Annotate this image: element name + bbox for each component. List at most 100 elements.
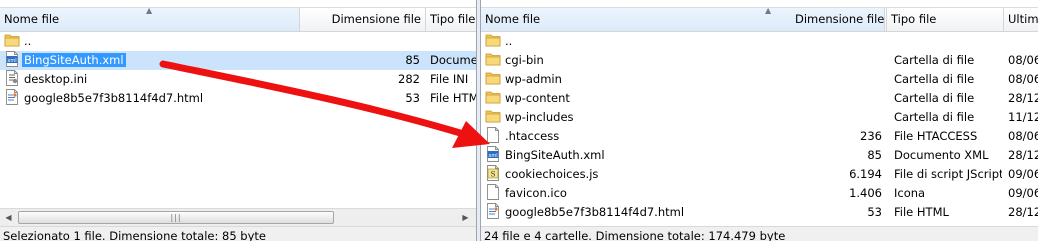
xml-file-icon: xml [4, 51, 20, 67]
local-column-header: ▲ Nome file Dimensione file Tipo file [0, 8, 476, 32]
local-horizontal-scrollbar[interactable]: ◀ ||| ▶ [0, 208, 476, 226]
xml-file-icon: xml [485, 146, 501, 162]
file-name-cell: xml BingSiteAuth.xml [0, 51, 304, 70]
file-row[interactable]: desktop.ini 282 File INI [0, 70, 476, 89]
file-row[interactable]: cgi-bin Cartella di file 08/06/ [481, 51, 1038, 70]
file-type [894, 32, 1002, 51]
svg-text:xml: xml [7, 58, 16, 64]
file-modified: 09/06/ [1008, 167, 1038, 181]
local-header-type[interactable]: Tipo file [426, 8, 476, 31]
local-header-name[interactable]: ▲ Nome file [0, 8, 300, 31]
file-size: 85 [405, 53, 420, 67]
file-name-cell: wp-content [481, 89, 795, 108]
file-name: .htaccess [505, 129, 560, 143]
file-name: cgi-bin [505, 53, 544, 67]
pane-top-edge [0, 0, 476, 8]
folder-icon [485, 32, 501, 48]
html-file-icon [4, 89, 20, 105]
file-size [300, 32, 420, 51]
folder-icon [485, 108, 501, 124]
file-name: google8b5e7f3b8114f4d7.html [24, 91, 204, 105]
file-modified: 11/12/ [1008, 110, 1038, 124]
file-type: Cartella di file [894, 91, 975, 105]
local-header-size[interactable]: Dimensione file [300, 8, 426, 31]
file-size [791, 51, 882, 70]
file-name-cell: google8b5e7f3b8114f4d7.html [0, 89, 304, 108]
local-file-pane: ▲ Nome file Dimensione file Tipo file ..… [0, 0, 476, 241]
file-name-cell: wp-admin [481, 70, 795, 89]
file-name: wp-includes [505, 110, 574, 124]
file-size: 282 [398, 72, 420, 86]
remote-header-type[interactable]: Tipo file [887, 8, 1004, 31]
file-name: cookiechoices.js [505, 167, 599, 181]
file-modified: 09/06/ [1008, 186, 1038, 200]
file-name-cell: google8b5e7f3b8114f4d7.html [481, 203, 795, 222]
file-row[interactable]: Scookiechoices.js 6.194 File di script JSc… [481, 165, 1038, 184]
file-row[interactable]: xml BingSiteAuth.xml 85 Documento XML 28/12/ [481, 146, 1038, 165]
file-name: wp-content [505, 91, 570, 105]
file-type: File HTACCESS [894, 129, 978, 143]
file-name-cell: xml BingSiteAuth.xml [481, 146, 795, 165]
file-name: BingSiteAuth.xml [505, 148, 605, 162]
file-type: Documento XML [430, 53, 476, 67]
file-name: google8b5e7f3b8114f4d7.html [505, 205, 685, 219]
file-row[interactable]: wp-admin Cartella di file 08/06/ [481, 70, 1038, 89]
file-name: wp-admin [505, 72, 562, 86]
file-row[interactable]: wp-content Cartella di file 28/12/ [481, 89, 1038, 108]
file-row[interactable]: xml BingSiteAuth.xml 85 Documento XML [0, 51, 476, 70]
file-type: File HTML [894, 205, 949, 219]
file-type: Cartella di file [894, 53, 975, 67]
file-row[interactable]: wp-includes Cartella di file 11/12/ [481, 108, 1038, 127]
folder-icon [4, 32, 20, 48]
file-name-cell: favicon.ico [481, 184, 795, 203]
blank-file-icon [485, 127, 501, 143]
folder-icon [485, 89, 501, 105]
remote-column-header: ▲ Nome file Dimensione file Tipo file Ul… [481, 8, 1038, 32]
file-row[interactable]: .. [0, 32, 476, 51]
file-name: BingSiteAuth.xml [22, 53, 126, 67]
file-type: File di script JScript [894, 167, 1002, 181]
file-row[interactable]: google8b5e7f3b8114f4d7.html 53 File HTML 28… [481, 203, 1038, 222]
file-row[interactable]: .htaccess 236 File HTACCESS 08/06/ [481, 127, 1038, 146]
file-modified: 28/12/ [1008, 91, 1038, 105]
file-size: 6.194 [849, 167, 882, 181]
scroll-right-icon[interactable]: ▶ [458, 210, 473, 225]
local-file-list: .. xml BingSiteAuth.xml 85 Documento XML desk… [0, 32, 476, 108]
file-type: Cartella di file [894, 110, 975, 124]
file-type: Icona [894, 186, 926, 200]
file-modified: 28/12/ [1008, 205, 1038, 219]
file-size: 85 [867, 148, 882, 162]
file-type: File INI [430, 72, 469, 86]
file-modified: 28/12/ [1008, 148, 1038, 162]
pane-top-edge [481, 0, 1038, 8]
file-size: 53 [405, 91, 420, 105]
file-row[interactable]: .. [481, 32, 1038, 51]
file-name: desktop.ini [24, 72, 88, 86]
local-status-bar: Selezionato 1 file. Dimensione totale: 8… [0, 226, 476, 241]
file-type: File HTML [430, 91, 476, 105]
file-name-cell: cgi-bin [481, 51, 795, 70]
remote-header-modified[interactable]: Ultima modifica [1004, 8, 1038, 31]
file-modified: 08/06/ [1008, 53, 1038, 67]
file-name-cell: .. [481, 32, 795, 51]
file-size [791, 108, 882, 127]
file-type: Cartella di file [894, 72, 975, 86]
header-name-label: Nome file [4, 12, 60, 26]
scroll-thumb[interactable]: ||| [18, 211, 334, 224]
file-type [430, 32, 476, 51]
html-file-icon [485, 203, 501, 219]
sort-ascending-icon: ▲ [765, 8, 772, 15]
file-row[interactable]: favicon.ico 1.406 Icona 09/06/ [481, 184, 1038, 203]
file-row[interactable]: google8b5e7f3b8114f4d7.html 53 File HTML [0, 89, 476, 108]
file-size [791, 32, 882, 51]
blank-file-icon [485, 184, 501, 200]
remote-header-size[interactable]: Dimensione file [791, 8, 887, 31]
file-size: 236 [860, 129, 882, 143]
file-size [791, 89, 882, 108]
folder-icon [485, 70, 501, 86]
folder-icon [485, 51, 501, 67]
sort-ascending-icon: ▲ [146, 8, 153, 15]
file-modified [1008, 32, 1038, 51]
scroll-left-icon[interactable]: ◀ [1, 210, 16, 225]
svg-text:xml: xml [488, 153, 497, 159]
